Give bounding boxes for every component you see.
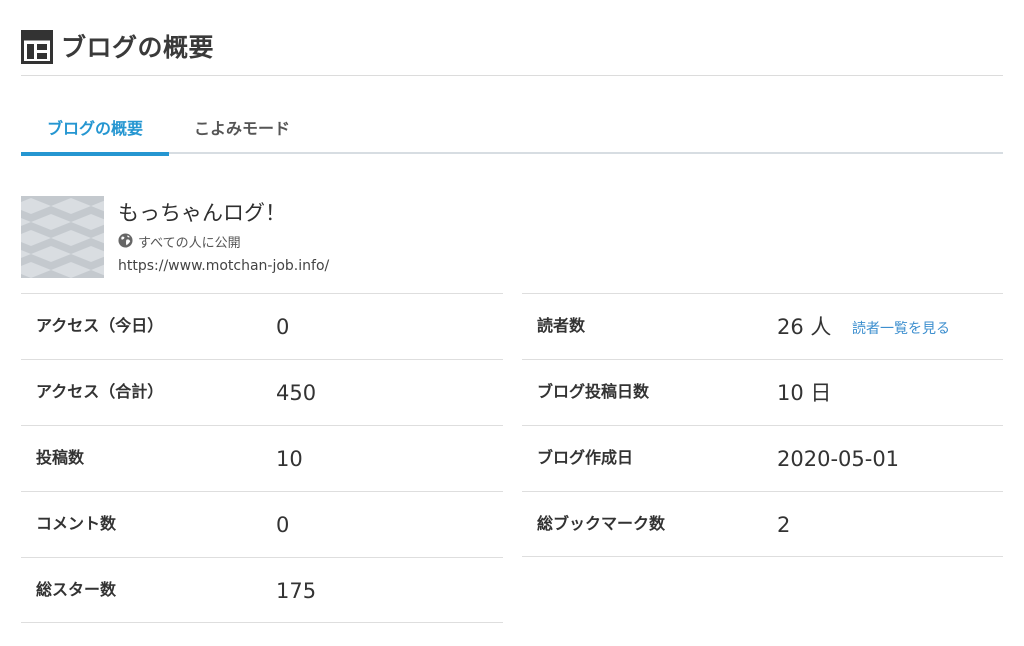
- stat-row-access-total: アクセス（合計） 450: [21, 359, 503, 425]
- page-title: ブログの概要: [61, 33, 215, 62]
- tab-bar: ブログの概要 こよみモード: [21, 110, 1003, 156]
- blog-overview-page: ブログの概要 ブログの概要 こよみモード もっちゃんログ！ すべての人に公開 h…: [0, 0, 1024, 646]
- tab-overview[interactable]: ブログの概要: [21, 110, 169, 156]
- stat-label: アクセス（合計）: [36, 382, 164, 401]
- tab-koyomi-mode[interactable]: こよみモード: [179, 110, 305, 154]
- active-tab-indicator: [21, 152, 169, 156]
- visibility-status: すべての人に公開: [118, 233, 241, 254]
- stat-value: 26 人: [777, 315, 832, 339]
- visibility-label: すべての人に公開: [138, 235, 241, 251]
- stat-label: ブログ作成日: [537, 448, 634, 467]
- tab-koyomi-label: こよみモード: [193, 119, 290, 138]
- stat-value: 450: [276, 381, 317, 405]
- stat-label: コメント数: [36, 514, 117, 533]
- stat-row-comment-count: コメント数 0: [21, 491, 503, 557]
- stat-value: 0: [276, 513, 290, 537]
- blog-name: もっちゃんログ！: [118, 201, 286, 225]
- tab-overview-label: ブログの概要: [46, 119, 143, 138]
- stat-row-access-today: アクセス（今日） 0: [21, 293, 503, 359]
- page-header: ブログの概要: [21, 30, 1003, 76]
- stat-value: 2020-05-01: [777, 447, 900, 471]
- blog-info: もっちゃんログ！ すべての人に公開 https://www.motchan-jo…: [21, 196, 1003, 292]
- stat-value: 10 日: [777, 381, 832, 405]
- reader-list-link[interactable]: 読者一覧を見る: [852, 294, 950, 364]
- stat-value: 175: [276, 579, 317, 603]
- stat-row-bookmark-count: 総ブックマーク数 2: [522, 491, 1003, 557]
- stat-value: 10: [276, 447, 303, 471]
- stat-label: 投稿数: [36, 448, 85, 467]
- stat-row-star-count: 総スター数 175: [21, 557, 503, 623]
- globe-icon: [118, 233, 138, 254]
- stats-table-left: アクセス（今日） 0 アクセス（合計） 450 投稿数 10 コメント数 0 総…: [21, 293, 503, 623]
- stat-row-created-date: ブログ作成日 2020-05-01: [522, 425, 1003, 491]
- stats-table-right: 読者数 26 人 読者一覧を見る ブログ投稿日数 10 日 ブログ作成日 202…: [522, 293, 1003, 557]
- dashboard-layout-icon: [21, 30, 53, 68]
- stat-label: アクセス（今日）: [36, 316, 164, 335]
- stat-label: ブログ投稿日数: [537, 382, 650, 401]
- blog-url[interactable]: https://www.motchan-job.info/: [118, 257, 329, 275]
- stat-value: 2: [777, 513, 791, 537]
- stat-label: 総ブックマーク数: [537, 514, 666, 533]
- stat-row-posting-days: ブログ投稿日数 10 日: [522, 359, 1003, 425]
- stat-label: 読者数: [537, 316, 586, 335]
- stat-row-post-count: 投稿数 10: [21, 425, 503, 491]
- stat-row-reader-count: 読者数 26 人 読者一覧を見る: [522, 293, 1003, 359]
- stat-value: 0: [276, 315, 290, 339]
- stat-label: 総スター数: [36, 580, 117, 599]
